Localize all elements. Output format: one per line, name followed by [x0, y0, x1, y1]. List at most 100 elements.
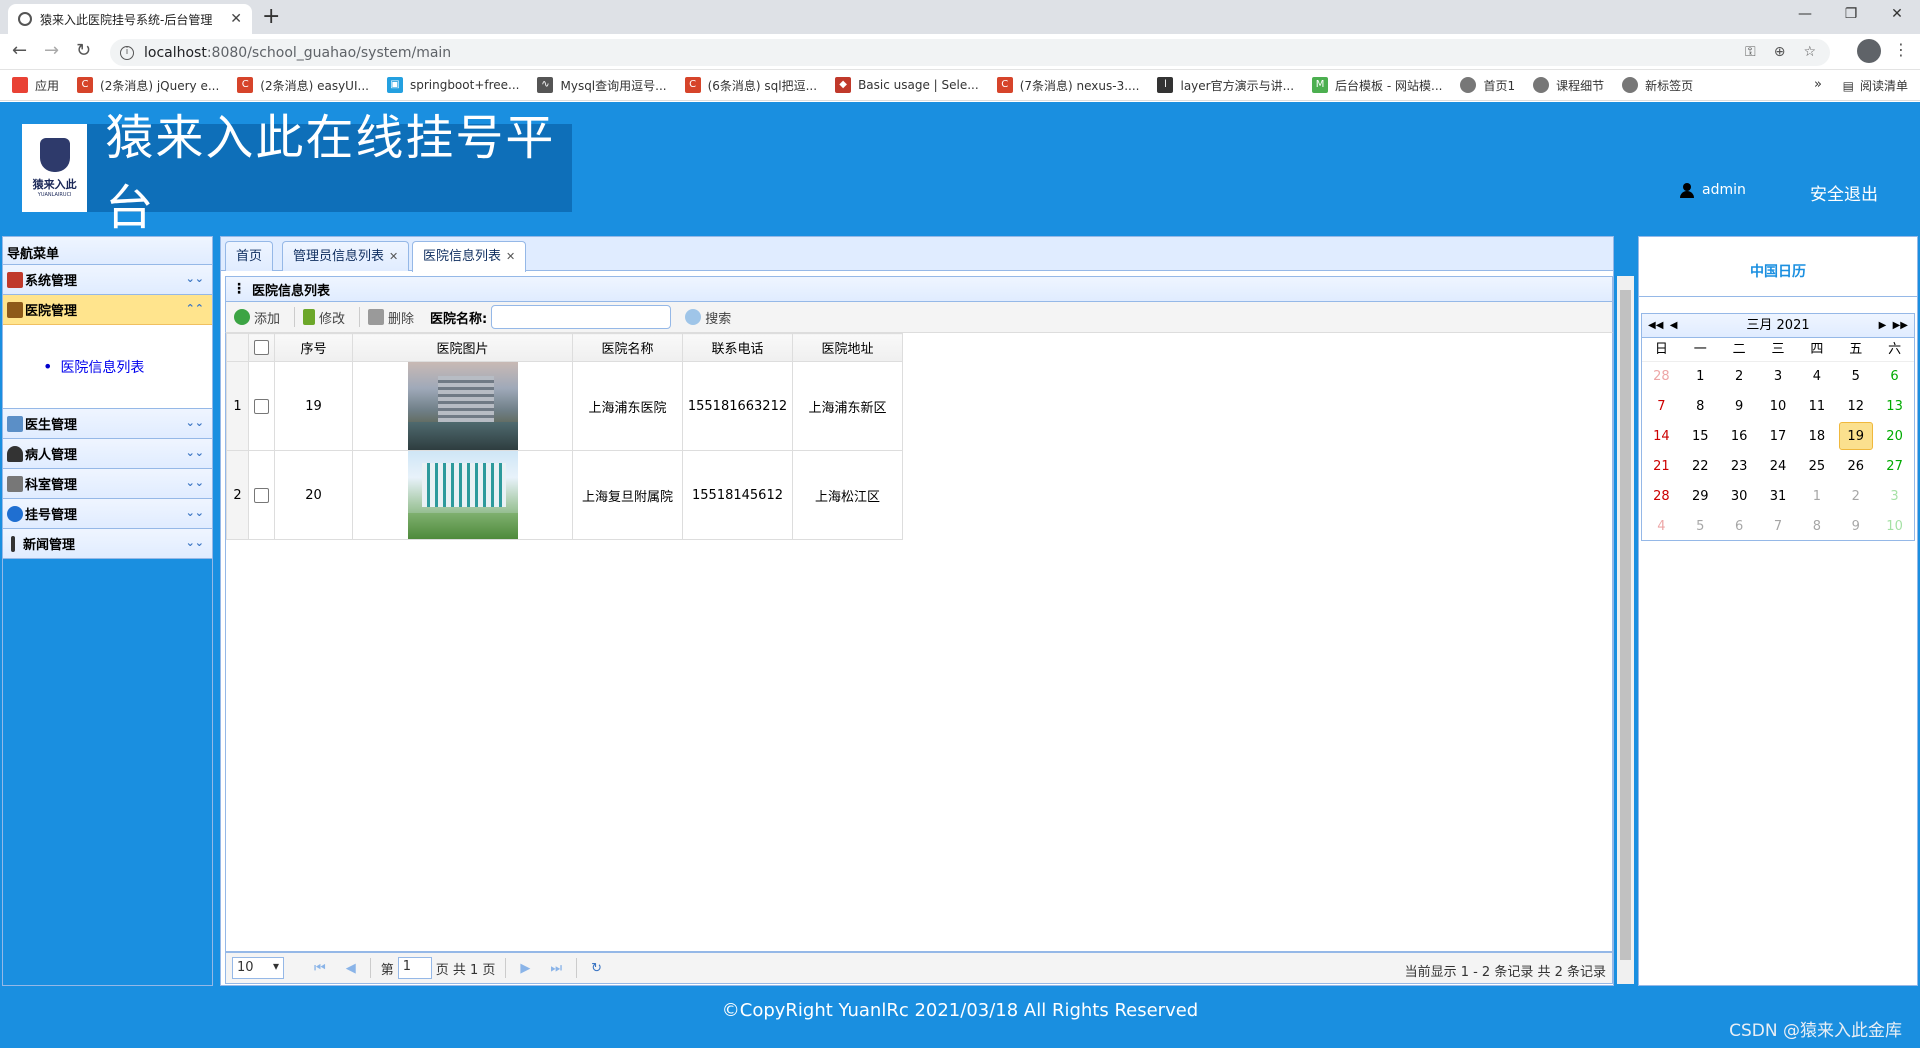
sidebar-item-system[interactable]: 系统管理 ⌄⌄ — [3, 265, 212, 295]
expand-icon[interactable]: ⌄⌄ — [186, 536, 204, 549]
bookmark-item[interactable]: ▣ springboot+free... — [386, 77, 519, 93]
new-tab-button[interactable]: + — [262, 4, 280, 30]
logout-button[interactable]: 安全退出 — [1810, 180, 1878, 205]
calendar-day[interactable]: 28 — [1642, 362, 1681, 392]
calendar-day[interactable]: 26 — [1836, 452, 1875, 482]
sidebar-item-department[interactable]: 科室管理 ⌄⌄ — [3, 469, 212, 499]
bookmark-item[interactable]: ◆ Basic usage | Sele... — [835, 77, 979, 93]
calendar-day[interactable]: 11 — [1797, 392, 1836, 422]
calendar-day[interactable]: 19 — [1836, 422, 1875, 452]
bookmark-item[interactable]: C (6条消息) sql把逗... — [684, 77, 817, 94]
next-month-year-icons[interactable]: ▶ ▶▶ — [1879, 314, 1908, 338]
calendar-day[interactable]: 13 — [1875, 392, 1914, 422]
calendar-day[interactable]: 3 — [1875, 482, 1914, 512]
bookmarks-more-button[interactable]: » — [1814, 77, 1822, 92]
calendar-day[interactable]: 14 — [1642, 422, 1681, 452]
calendar-day[interactable]: 15 — [1681, 422, 1720, 452]
calendar-day[interactable]: 5 — [1836, 362, 1875, 392]
calendar-day[interactable]: 2 — [1720, 362, 1759, 392]
account-avatar-icon[interactable] — [1857, 39, 1881, 63]
calendar-day[interactable]: 22 — [1681, 452, 1720, 482]
calendar-day[interactable]: 18 — [1797, 422, 1836, 452]
calendar-day[interactable]: 7 — [1642, 392, 1681, 422]
vertical-scrollbar[interactable] — [1617, 276, 1634, 984]
calendar-day[interactable]: 24 — [1759, 452, 1798, 482]
close-window-icon[interactable]: ✕ — [1874, 0, 1920, 30]
row-checkbox[interactable] — [254, 398, 269, 414]
last-page-icon[interactable]: ⏭ — [550, 961, 562, 976]
search-button[interactable]: 搜索 — [681, 308, 735, 327]
page-size-select[interactable]: 10 — [232, 957, 284, 979]
edit-button[interactable]: 修改 — [299, 308, 349, 327]
calendar-day[interactable]: 10 — [1875, 512, 1914, 542]
tab-hospital-list[interactable]: 医院信息列表 ✕ — [412, 241, 527, 272]
tab-home[interactable]: 首页 — [225, 241, 274, 271]
column-header[interactable]: 序号 — [274, 333, 353, 362]
reading-list-button[interactable]: ▤ 阅读清单 — [1843, 77, 1908, 94]
info-icon[interactable]: i — [120, 45, 134, 60]
column-header[interactable]: 联系电话 — [682, 333, 793, 362]
bookmark-item[interactable]: M 后台模板 - 网站模... — [1312, 77, 1442, 94]
close-tab-icon[interactable]: ✕ — [230, 11, 242, 27]
browser-menu-icon[interactable]: ⋮ — [1893, 40, 1909, 59]
calendar-day[interactable]: 3 — [1759, 362, 1798, 392]
hospital-name-input[interactable] — [491, 305, 672, 329]
bookmark-item[interactable]: 首页1 — [1460, 77, 1515, 94]
close-tab-icon[interactable]: ✕ — [389, 250, 398, 263]
refresh-icon[interactable]: ↻ — [591, 961, 602, 976]
next-page-icon[interactable]: ▶ — [520, 961, 530, 976]
expand-icon[interactable]: ⌄⌄ — [186, 446, 204, 459]
expand-icon[interactable]: ⌄⌄ — [186, 476, 204, 489]
reload-icon[interactable]: ↻ — [76, 40, 91, 61]
calendar-day[interactable]: 27 — [1875, 452, 1914, 482]
column-header[interactable]: 医院名称 — [572, 333, 683, 362]
key-icon[interactable]: ⚿ — [1745, 44, 1756, 60]
delete-button[interactable]: 删除 — [364, 308, 418, 327]
calendar-day[interactable]: 28 — [1642, 482, 1681, 512]
calendar-day[interactable]: 1 — [1797, 482, 1836, 512]
sidebar-item-doctor[interactable]: 医生管理 ⌄⌄ — [3, 409, 212, 439]
star-icon[interactable]: ☆ — [1803, 44, 1816, 60]
expand-icon[interactable]: ⌄⌄ — [186, 506, 204, 519]
zoom-icon[interactable]: ⊕ — [1774, 44, 1786, 60]
calendar-day[interactable]: 30 — [1720, 482, 1759, 512]
calendar-day[interactable]: 8 — [1681, 392, 1720, 422]
sidebar-item-patient[interactable]: 病人管理 ⌄⌄ — [3, 439, 212, 469]
bookmark-item[interactable]: C (7条消息) nexus-3.... — [996, 77, 1139, 94]
minimize-icon[interactable]: — — [1782, 0, 1828, 30]
close-tab-icon[interactable]: ✕ — [506, 250, 515, 263]
calendar-day[interactable]: 6 — [1720, 512, 1759, 542]
column-header[interactable]: 医院地址 — [792, 333, 903, 362]
calendar-day[interactable]: 12 — [1836, 392, 1875, 422]
bookmark-apps[interactable]: 应用 — [12, 77, 59, 94]
expand-icon[interactable]: ⌄⌄ — [186, 272, 204, 285]
bookmark-item[interactable]: C (2条消息) jQuery e... — [77, 77, 219, 94]
bookmark-item[interactable]: 新标签页 — [1622, 77, 1693, 94]
calendar-day[interactable]: 17 — [1759, 422, 1798, 452]
calendar-day[interactable]: 16 — [1720, 422, 1759, 452]
calendar-month[interactable]: 三月 2021 — [1746, 318, 1809, 333]
prev-page-icon[interactable]: ◀ — [346, 961, 356, 976]
calendar-day[interactable]: 1 — [1681, 362, 1720, 392]
collapse-icon[interactable]: ⌃⌃ — [186, 302, 204, 315]
prev-year-month-icons[interactable]: ◀◀ ◀ — [1648, 314, 1677, 338]
page-number-input[interactable]: 1 — [397, 957, 432, 979]
sidebar-item-hospital[interactable]: 医院管理 ⌃⌃ — [3, 295, 212, 325]
calendar-day[interactable]: 20 — [1875, 422, 1914, 452]
back-icon[interactable]: ← — [12, 40, 27, 61]
forward-icon[interactable]: → — [44, 40, 59, 61]
calendar-day[interactable]: 31 — [1759, 482, 1798, 512]
calendar-day[interactable]: 6 — [1875, 362, 1914, 392]
row-checkbox[interactable] — [254, 487, 269, 503]
bookmark-item[interactable]: l layer官方演示与讲... — [1157, 77, 1294, 94]
add-button[interactable]: 添加 — [230, 308, 284, 327]
bookmark-item[interactable]: C (2条消息) easyUI... — [237, 77, 369, 94]
tab-admin-list[interactable]: 管理员信息列表 ✕ — [282, 241, 410, 271]
sidebar-item-registration[interactable]: 挂号管理 ⌄⌄ — [3, 499, 212, 529]
calendar-day[interactable]: 7 — [1759, 512, 1798, 542]
scrollbar-thumb[interactable] — [1620, 290, 1631, 960]
calendar-day[interactable]: 10 — [1759, 392, 1798, 422]
bookmark-item[interactable]: 课程细节 — [1533, 77, 1604, 94]
expand-icon[interactable]: ⌄⌄ — [186, 416, 204, 429]
calendar-day[interactable]: 29 — [1681, 482, 1720, 512]
